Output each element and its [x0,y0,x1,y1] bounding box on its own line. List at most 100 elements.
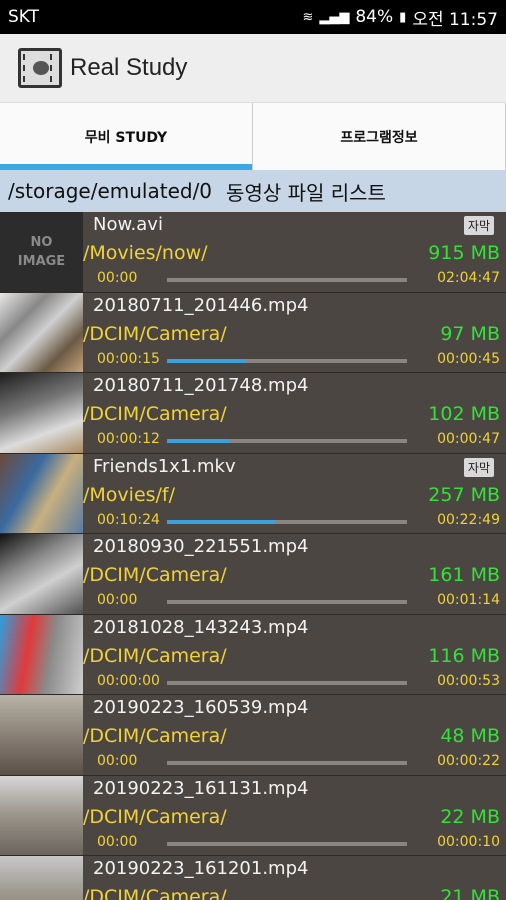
play-position: 00:00 [97,592,138,608]
file-folder: /DCIM/Camera/ [83,886,227,900]
file-folder: /DCIM/Camera/ [83,322,227,345]
file-info: 20180930_221551.mp4/DCIM/Camera/161 MB 00… [83,534,506,614]
file-name: Friends1x1.mkv [93,455,236,477]
file-size: 21 MB [440,886,500,900]
play-position: 00:10:24 [97,511,160,528]
file-duration: 00:22:49 [437,511,500,528]
file-row[interactable]: 20190223_161201.mp4/DCIM/Camera/21 MB [0,856,506,900]
file-folder: /Movies/f/ [83,483,176,506]
file-duration: 00:00:45 [437,350,500,367]
play-position: 00:00:12 [97,431,160,447]
file-name: Now.avi [93,214,163,235]
play-position: 00:00 [97,753,138,769]
wifi-icon: ≋ [302,9,314,25]
progress-bar [167,761,407,765]
file-info: Friends1x1.mkv 자막/Movies/f/257 MB 00:10:24… [83,454,506,534]
path-bar: /storage/emulated/0 동영상 파일 리스트 [0,170,506,212]
film-logo-icon [18,48,62,88]
file-duration: 02:04:47 [437,270,500,286]
file-row[interactable]: 20190223_160539.mp4/DCIM/Camera/48 MB 00:… [0,695,506,776]
progress-bar [167,439,407,443]
file-row[interactable]: 20180711_201748.mp4/DCIM/Camera/102 MB 00… [0,373,506,454]
file-folder: /DCIM/Camera/ [83,725,227,747]
file-size: 22 MB [440,805,500,828]
list-title: 동영상 파일 리스트 [226,180,386,205]
clock: 오전 11:57 [412,9,498,30]
file-info: 20181028_143243.mp4/DCIM/Camera/116 MB 00… [83,615,506,695]
tab-label: 무비 STUDY [84,129,168,146]
file-size: 161 MB [428,564,500,586]
carrier-label: SKT [8,7,40,27]
battery-percent: 84% [355,7,394,27]
app-bar: Real Study [0,34,506,102]
file-row[interactable]: 20180930_221551.mp4/DCIM/Camera/161 MB 00… [0,534,506,615]
video-thumbnail [0,614,83,694]
video-thumbnail [0,373,83,453]
progress-fill [167,439,230,443]
play-position: 00:00 [97,270,138,286]
file-duration: 00:00:47 [437,431,500,447]
file-info: Now.avi 자막/Movies/now/915 MB 00:00 02:04:47 [83,212,506,292]
app-title: Real Study [70,54,188,81]
file-folder: /DCIM/Camera/ [83,403,227,425]
file-row[interactable]: Friends1x1.mkv 자막/Movies/f/257 MB 00:10:24… [0,453,506,534]
status-icons: ≋ ▂▄▆ 84% ▮ 오전 11:57 [302,5,498,30]
file-folder: /DCIM/Camera/ [83,564,227,586]
file-row[interactable]: NO IMAGE Now.avi 자막/Movies/now/915 MB 00:00 0… [0,212,506,293]
file-info: 20180711_201748.mp4/DCIM/Camera/102 MB 00… [83,373,506,453]
file-info: 20190223_161131.mp4/DCIM/Camera/22 MB 00:… [83,776,506,856]
file-name: 20180711_201446.mp4 [93,294,309,316]
file-name: 20190223_161201.mp4 [93,858,309,879]
status-bar: SKT ≋ ▂▄▆ 84% ▮ 오전 11:57 [0,0,506,34]
video-thumbnail [0,453,83,533]
file-size: 257 MB [428,483,500,506]
subtitle-badge: 자막 [463,457,494,477]
no-image-label: NO [30,234,53,250]
progress-fill [167,358,247,363]
no-image-label: IMAGE [17,253,66,269]
file-row[interactable]: 20190223_161131.mp4/DCIM/Camera/22 MB 00:… [0,775,506,856]
file-duration: 00:00:53 [437,672,500,689]
video-file-list: NO IMAGE Now.avi 자막/Movies/now/915 MB 00:00 0… [0,212,506,900]
file-name: 20181028_143243.mp4 [93,616,309,638]
file-row[interactable]: 20181028_143243.mp4/DCIM/Camera/116 MB 00… [0,614,506,695]
file-info: 20190223_160539.mp4/DCIM/Camera/48 MB 00:… [83,695,506,775]
file-folder: /DCIM/Camera/ [83,805,227,828]
file-info: 20190223_161201.mp4/DCIM/Camera/21 MB [83,856,506,900]
subtitle-badge: 자막 [463,216,494,235]
progress-bar [167,600,407,604]
file-row[interactable]: 20180711_201446.mp4/DCIM/Camera/97 MB 00:… [0,292,506,373]
current-path: /storage/emulated/0 [8,179,213,203]
progress-fill [167,519,275,524]
battery-icon: ▮ [399,9,407,25]
play-position: 00:00 [97,833,138,850]
play-position: 00:00:00 [97,672,160,689]
progress-bar [167,278,407,282]
video-thumbnail [0,534,83,614]
tab-bar: 무비 STUDY 프로그램정보 [0,102,506,170]
file-folder: /Movies/now/ [83,242,208,264]
video-thumbnail [0,775,83,855]
file-info: 20180711_201446.mp4/DCIM/Camera/97 MB 00:… [83,293,506,373]
progress-bar [167,680,407,685]
tab-movie-study[interactable]: 무비 STUDY [0,103,253,170]
file-size: 116 MB [428,644,500,667]
play-position: 00:00:15 [97,350,160,367]
file-duration: 00:00:22 [437,753,500,769]
video-thumbnail [0,856,83,900]
file-size: 915 MB [428,242,500,264]
file-duration: 00:01:14 [437,592,500,608]
progress-bar [167,519,407,524]
video-thumbnail [0,695,83,775]
progress-bar [167,358,407,363]
signal-icon: ▂▄▆ [319,9,350,25]
file-name: 20180711_201748.mp4 [93,375,309,396]
file-folder: /DCIM/Camera/ [83,644,227,667]
progress-bar [167,841,407,846]
no-image-thumbnail: NO IMAGE [0,212,83,292]
video-thumbnail [0,292,83,372]
tab-program-info[interactable]: 프로그램정보 [253,103,506,170]
file-name: 20180930_221551.mp4 [93,536,309,557]
file-name: 20190223_160539.mp4 [93,697,309,718]
tab-label: 프로그램정보 [340,129,418,146]
